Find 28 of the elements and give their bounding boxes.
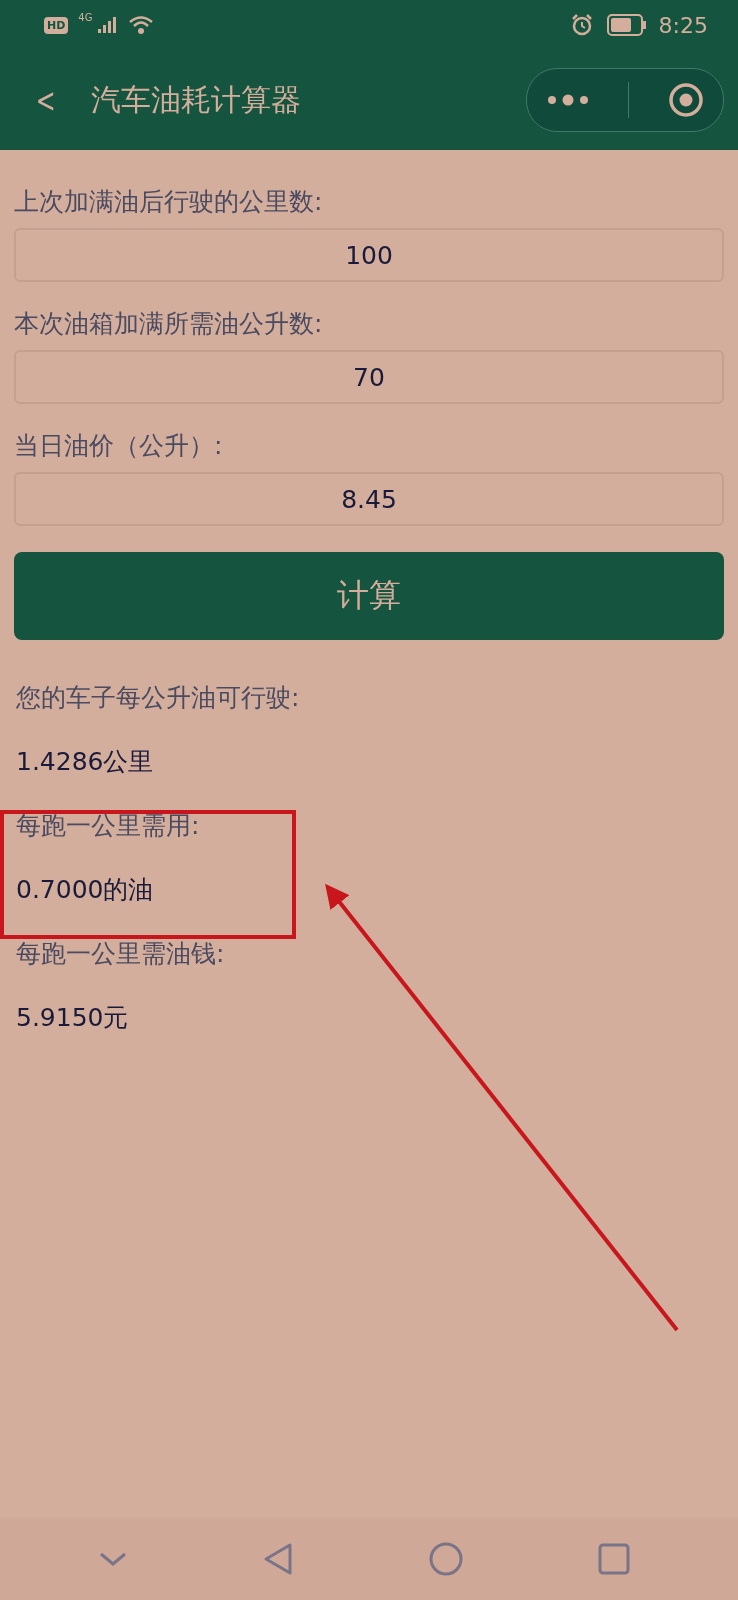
page-title: 汽车油耗计算器 xyxy=(90,80,302,119)
hd-badge: HD xyxy=(44,16,69,34)
result-value: 5.9150元 xyxy=(16,1002,130,1034)
signal-icon xyxy=(98,17,117,33)
recents-icon[interactable] xyxy=(598,1543,631,1575)
input-field[interactable]: 8.45 xyxy=(14,472,724,526)
result-label: 您的车子每公升油可行驶: xyxy=(16,682,301,714)
field-label: 本次油箱加满所需油公升数: xyxy=(14,308,324,340)
back-icon[interactable] xyxy=(263,1542,294,1576)
network-label: 4G xyxy=(78,12,93,23)
input-field[interactable]: 100 xyxy=(14,228,724,282)
battery-icon xyxy=(606,14,647,36)
clock-time: 8:25 xyxy=(658,12,708,38)
back-button[interactable]: < xyxy=(35,80,63,120)
more-icon[interactable] xyxy=(546,94,591,106)
field-label: 上次加满油后行驶的公里数: xyxy=(14,186,324,218)
collapse-icon[interactable] xyxy=(97,1551,128,1567)
wifi-icon xyxy=(128,15,155,35)
input-field[interactable]: 70 xyxy=(14,350,724,404)
calculate-button[interactable]: 计算 xyxy=(14,552,724,640)
result-value: 1.4286公里 xyxy=(16,746,155,778)
result-label: 每跑一公里需用: xyxy=(16,810,201,842)
close-icon[interactable] xyxy=(667,82,704,118)
result-label: 每跑一公里需油钱: xyxy=(16,938,226,970)
alarm-icon xyxy=(570,14,593,36)
result-value: 0.7000的油 xyxy=(16,874,155,906)
home-icon[interactable] xyxy=(428,1542,463,1576)
field-label: 当日油价（公升）: xyxy=(14,430,224,462)
